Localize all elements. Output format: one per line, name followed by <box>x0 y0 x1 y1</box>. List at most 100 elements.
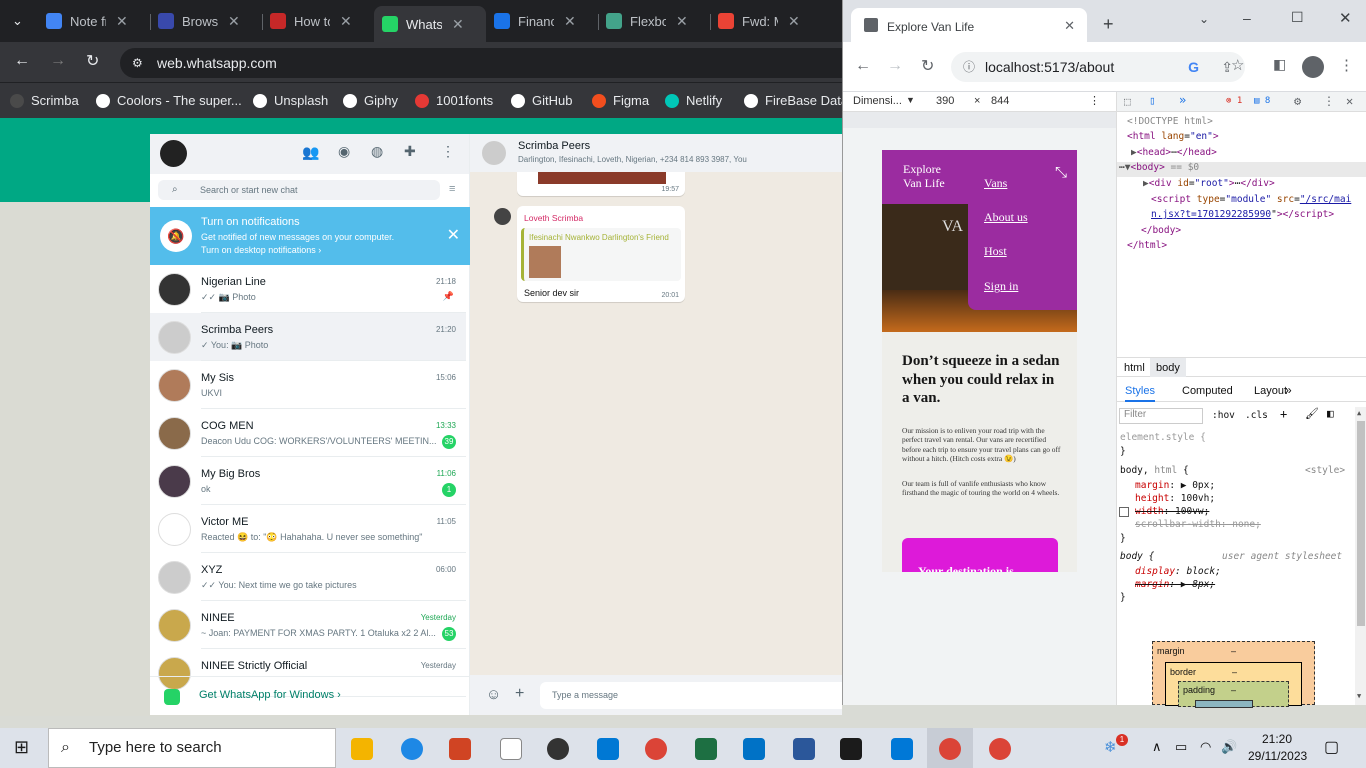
html-line[interactable]: <html lang="en"> <box>1127 131 1219 142</box>
bookmark-item[interactable]: FireBase Data <box>744 93 848 108</box>
styles-scrollbar[interactable]: ▲ ▼ <box>1355 407 1366 705</box>
nav-link[interactable]: About us <box>984 210 1028 225</box>
status-icon[interactable]: ◉ <box>338 143 350 160</box>
new-chat-icon[interactable]: ✚ <box>404 143 416 160</box>
profile-avatar[interactable] <box>1302 56 1324 78</box>
chat-list-item[interactable]: Victor ME Reacted 😆 to: "😳 Hahahaha. U ne… <box>150 505 466 553</box>
more-style-tabs-icon[interactable]: » <box>1285 383 1292 397</box>
emoji-icon[interactable]: ☺ <box>486 686 501 703</box>
body-line[interactable]: ⋯▼<body> == $0 <box>1117 162 1366 177</box>
clock-time[interactable]: 21:20 <box>1262 732 1292 746</box>
new-rule-icon[interactable]: + <box>1280 407 1287 421</box>
tab-layout[interactable]: Layout <box>1254 385 1287 397</box>
powerpoint-icon[interactable] <box>449 738 471 760</box>
menu-icon[interactable]: ⋮ <box>441 143 455 160</box>
filter-icon[interactable]: ≡ <box>449 183 455 195</box>
clock-date[interactable]: 29/11/2023 <box>1248 749 1307 763</box>
chat-list-item[interactable]: NINEE ~ Joan: PAYMENT FOR XMAS PARTY. 1 O… <box>150 601 466 649</box>
bookmark-star-icon[interactable]: ☆ <box>1231 56 1244 74</box>
more-icon[interactable]: ⋮ <box>1323 94 1335 108</box>
close-devtools-icon[interactable]: ✕ <box>1346 94 1353 108</box>
nav-link[interactable]: Vans <box>984 176 1007 191</box>
browser-tab[interactable]: Flexbox ✕ <box>598 8 710 34</box>
window-close-icon[interactable]: ✕ <box>1339 9 1352 27</box>
battery-icon[interactable]: ▭ <box>1175 739 1187 755</box>
styles-filter-input[interactable]: Filter <box>1119 408 1203 424</box>
tab-styles[interactable]: Styles <box>1125 385 1155 402</box>
file-explorer-icon[interactable] <box>351 738 373 760</box>
prop-margin-ua[interactable]: margin: ▶ 8px; <box>1135 579 1215 590</box>
prop-scrollbar-width[interactable]: scrollbar-width: none; <box>1135 519 1261 530</box>
outlook-icon[interactable] <box>743 738 765 760</box>
height-input[interactable]: 844 <box>991 95 1009 107</box>
browser-tab[interactable]: WhatsA ✕ <box>374 6 486 42</box>
prop-display[interactable]: display: block; <box>1135 566 1221 577</box>
chat-list-item[interactable]: XYZ ✓✓ You: Next time we go take pictures… <box>150 553 466 601</box>
new-tab-icon[interactable]: + <box>1103 14 1114 35</box>
chrome-profile-icon[interactable] <box>989 738 1011 760</box>
edge-icon[interactable] <box>401 738 423 760</box>
chat-list-item[interactable]: COG MEN Deacon Udu COG: WORKERS'/VOLUNTEE… <box>150 409 466 457</box>
device-toggle-icon[interactable]: ▯ <box>1149 94 1156 107</box>
wifi-icon[interactable]: ◠ <box>1200 739 1211 755</box>
tab-search-icon[interactable]: ⌄ <box>1199 12 1209 26</box>
channels-icon[interactable]: ◍ <box>371 143 383 160</box>
volume-icon[interactable]: 🔊 <box>1221 739 1237 755</box>
google-icon[interactable]: G <box>1188 52 1199 82</box>
scroll-down-icon[interactable]: ▼ <box>1357 692 1361 700</box>
action-center-icon[interactable]: ▢ <box>1324 737 1339 757</box>
crumb-body[interactable]: body <box>1150 358 1186 377</box>
close-icon[interactable]: ✕ <box>447 225 460 245</box>
browser-tab[interactable]: How to ✕ <box>262 8 374 34</box>
chat-list-item[interactable]: Scrimba Peers ✓ You: 📷 Photo 21:20 <box>150 313 466 361</box>
style-source[interactable]: <style> <box>1305 465 1345 476</box>
script-line-cont[interactable]: n.jsx?t=1701292285990"></script> <box>1151 209 1334 220</box>
element-style-rule[interactable]: element.style { <box>1120 432 1206 443</box>
back-icon[interactable]: ← <box>14 52 30 70</box>
bookmark-item[interactable]: Unsplash <box>253 93 328 108</box>
conversation-header[interactable]: Scrimba Peers Darlington, Ifesinachi, Lo… <box>470 134 842 172</box>
reload-icon[interactable]: ↻ <box>921 56 934 76</box>
scroll-up-icon[interactable]: ▲ <box>1357 409 1361 417</box>
toggle-sidebar-icon[interactable]: ◧ <box>1327 407 1334 420</box>
prop-width[interactable]: width: 100vw; <box>1135 506 1209 517</box>
bookmark-item[interactable]: Netlify <box>665 93 722 108</box>
scroll-thumb[interactable] <box>1357 421 1365 626</box>
group-avatar[interactable] <box>482 141 506 165</box>
bookmark-item[interactable]: Giphy <box>343 93 398 108</box>
browser-tab[interactable]: Note fr ✕ <box>38 8 150 34</box>
menu-icon[interactable]: ⋮ <box>1339 56 1354 74</box>
prop-checkbox[interactable] <box>1119 507 1129 517</box>
paint-icon[interactable]: 🖌 <box>1305 407 1319 420</box>
get-app-footer[interactable]: Get WhatsApp for Windows › <box>150 676 470 715</box>
tab-close-icon[interactable]: ✕ <box>116 13 128 30</box>
taskbar-search[interactable]: ⌕ Type here to search <box>48 728 336 768</box>
device-menu-icon[interactable]: ⋮ <box>1089 94 1100 107</box>
site-info-icon[interactable]: ⓘ <box>963 52 975 82</box>
prop-margin[interactable]: margin: ▶ 0px; <box>1135 480 1215 491</box>
quoted-message[interactable]: Ifesinachi Nwankwo Darlington's Friend <box>521 228 681 281</box>
width-input[interactable]: 390 <box>936 95 954 107</box>
tab-close-icon[interactable]: ✕ <box>452 16 464 33</box>
vscode-icon[interactable] <box>891 738 913 760</box>
root-div-line[interactable]: ▶<div id="root">⋯</div> <box>1143 178 1275 189</box>
tab-close-icon[interactable]: ✕ <box>564 13 576 30</box>
bookmark-item[interactable]: GitHub <box>511 93 572 108</box>
minimize-icon[interactable]: – <box>1243 10 1251 26</box>
attach-icon[interactable]: + <box>515 685 524 703</box>
body-ua-selector[interactable]: body { <box>1120 551 1154 562</box>
head-line[interactable]: ▶<head>⋯</head> <box>1131 147 1217 158</box>
hov-toggle[interactable]: :hov <box>1212 410 1235 421</box>
windows-start-icon[interactable]: ⊞ <box>14 737 29 758</box>
device-select[interactable]: Dimensi... <box>853 95 902 107</box>
notification-link[interactable]: Turn on desktop notifications › <box>201 245 321 255</box>
browser-tab[interactable]: Browse ✕ <box>150 8 262 34</box>
address-bar[interactable]: ⚙ web.whatsapp.com <box>120 48 842 78</box>
message-input[interactable]: Type a message <box>540 682 842 709</box>
store-icon[interactable] <box>597 738 619 760</box>
tab-close-icon[interactable]: ✕ <box>676 13 688 30</box>
more-tabs-icon[interactable]: » <box>1179 93 1186 107</box>
bookmark-item[interactable]: Scrimba <box>10 93 79 108</box>
chat-list-item[interactable]: My Sis UKVI 15:06 <box>150 361 466 409</box>
chrome-active-icon[interactable] <box>939 738 961 760</box>
